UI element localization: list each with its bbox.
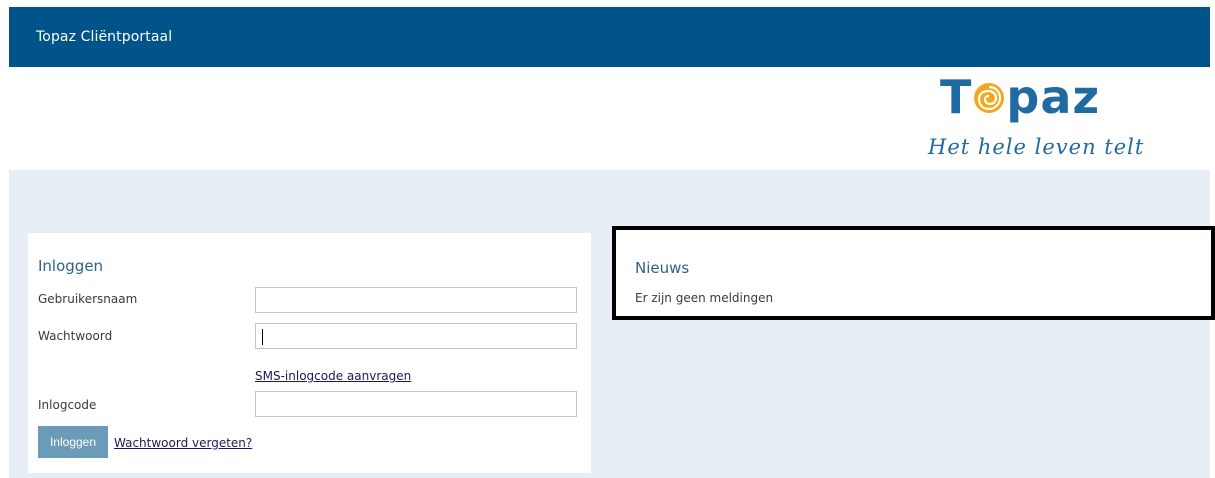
logo-swirl-icon bbox=[974, 83, 1005, 113]
header-bar: Topaz Cliëntportaal bbox=[9, 7, 1210, 67]
logo-letter-t: T bbox=[940, 70, 973, 124]
code-label: Inlogcode bbox=[38, 398, 97, 412]
page: Topaz Cliëntportaal T paz Het hele leven… bbox=[0, 0, 1215, 478]
logo-letters-paz: paz bbox=[1006, 70, 1101, 124]
password-label: Wachtwoord bbox=[38, 329, 113, 343]
password-input[interactable] bbox=[255, 323, 577, 349]
username-input[interactable] bbox=[255, 287, 577, 313]
news-empty-message: Er zijn geen meldingen bbox=[635, 291, 774, 305]
sms-code-link[interactable]: SMS-inlogcode aanvragen bbox=[255, 369, 411, 383]
topaz-logo: T paz Het hele leven telt bbox=[900, 70, 1150, 168]
logo-tagline: Het hele leven telt bbox=[928, 135, 1145, 159]
logo-wordmark: T paz bbox=[940, 70, 1100, 124]
username-label: Gebruikersnaam bbox=[38, 292, 138, 306]
login-title: Inloggen bbox=[38, 257, 104, 275]
news-title: Nieuws bbox=[635, 259, 690, 277]
text-cursor bbox=[262, 329, 263, 345]
login-panel: Inloggen Gebruikersnaam Wachtwoord SMS-i… bbox=[28, 233, 591, 473]
portal-title: Topaz Cliëntportaal bbox=[36, 29, 173, 45]
login-button[interactable]: Inloggen bbox=[38, 426, 108, 458]
code-input[interactable] bbox=[255, 391, 577, 417]
forgot-password-link[interactable]: Wachtwoord vergeten? bbox=[114, 436, 252, 450]
news-panel: Nieuws Er zijn geen meldingen bbox=[612, 226, 1215, 320]
